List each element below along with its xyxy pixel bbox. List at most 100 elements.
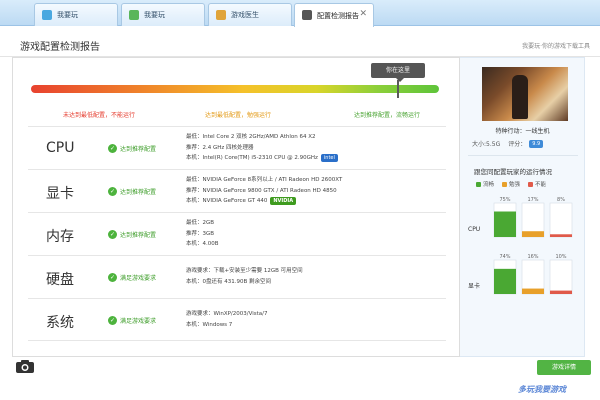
- spec-line: 最低：NVIDIA GeForce 8系列以上 / ATI Radeon HD …: [186, 177, 343, 183]
- tab-label: 我要玩: [57, 11, 78, 19]
- spec-line: 本机：4.00B: [186, 241, 219, 247]
- tab-config-report[interactable]: 配置检测报告 ✕: [294, 3, 374, 27]
- spec-details: 最低：Intel Core 2 双核 2GHz/AMD Athlon 64 X2…: [186, 132, 338, 164]
- row-name: 硬盘: [46, 272, 74, 288]
- score-badge: 9.9: [529, 139, 544, 148]
- row-name: CPU: [46, 140, 75, 156]
- legend-item: 勉强: [502, 180, 520, 188]
- table-row: 系统 ✓ 满足游戏要求 游戏要求：WinXP/2003/Vista/7 本机：Wi…: [28, 298, 446, 341]
- grid-icon: [129, 10, 139, 20]
- bar-frame: [549, 259, 573, 295]
- spec-line: 推荐：2.4 GHz 四核处理器: [186, 144, 254, 151]
- spec-line: 最低：Intel Core 2 双核 2GHz/AMD Athlon 64 X2: [186, 134, 316, 140]
- legend-item: 流畅: [476, 180, 494, 188]
- spec-line: 本机：0盘还有 431.90B 剩余空间: [186, 278, 272, 285]
- tab-bar: 我要玩 我要玩 游戏医生 配置检测报告 ✕: [0, 0, 600, 27]
- report-icon: [302, 10, 312, 20]
- legend-swatch: [502, 181, 508, 187]
- data-label: 74%: [499, 254, 510, 260]
- legend-swatch: [476, 181, 481, 187]
- spec-line: 推荐：3GB: [186, 230, 215, 237]
- close-icon[interactable]: ✕: [359, 9, 367, 19]
- status-text: 达到推荐配置: [120, 189, 157, 196]
- spec-line: 游戏要求：WinXP/2003/Vista/7: [186, 311, 268, 317]
- spec-details: 游戏要求：WinXP/2003/Vista/7 本机：Windows 7: [186, 309, 268, 330]
- category-label: CPU: [468, 226, 480, 233]
- check-icon: ✓: [108, 144, 117, 153]
- data-label: 10%: [555, 254, 566, 260]
- player-stats-chart: CPU 75% 17% 8% 显卡 74% 16% 10%: [468, 197, 573, 295]
- bar: [494, 268, 516, 294]
- meter-label-low: 未达到最低配置，不能运行: [63, 112, 136, 119]
- status-badge: ✓ 达到推荐配置: [108, 144, 156, 153]
- meter-label-mid: 达到最低配置，勉强运行: [205, 112, 272, 119]
- doctor-icon: [216, 10, 226, 20]
- chart-legend: 流畅 勉强 不能: [476, 180, 546, 188]
- table-row: CPU ✓ 达到推荐配置 最低：Intel Core 2 双核 2GHz/AMD …: [28, 126, 446, 169]
- soldier-figure: [512, 75, 528, 119]
- tab-label: 游戏医生: [231, 11, 259, 19]
- report-table: CPU ✓ 达到推荐配置 最低：Intel Core 2 双核 2GHz/AMD …: [28, 126, 446, 341]
- data-label: 75%: [499, 197, 510, 203]
- status-badge: ✓ 达到推荐配置: [108, 230, 156, 239]
- spec-line: 本机：Intel(R) Core(TM) i5-2310 CPU @ 2.90G…: [186, 153, 338, 164]
- table-row: 内存 ✓ 达到推荐配置 最低：2GB 推荐：3GB 本机：4.00B: [28, 212, 446, 255]
- page-title: 游戏配置检测报告: [20, 42, 100, 53]
- legend-swatch: [528, 181, 534, 187]
- game-sidebar: 特种行动：一线生机 大小:5.5G 评分： 9.9 跟您同配置玩家的运行情况 流…: [460, 57, 585, 357]
- bar: [494, 211, 516, 237]
- data-label: 8%: [557, 197, 565, 203]
- tab-wo-yao-wan-1[interactable]: 我要玩: [34, 3, 118, 26]
- status-text: 满足游戏要求: [120, 318, 157, 325]
- tab-wo-yao-wan-2[interactable]: 我要玩: [121, 3, 205, 26]
- bar-frame: [549, 202, 573, 238]
- game-name: 特种行动：一线生机: [495, 128, 550, 135]
- config-meter-bar: [31, 85, 439, 93]
- legend-item: 不能: [528, 180, 546, 188]
- intel-logo-icon: intel: [320, 154, 338, 163]
- status-text: 满足游戏要求: [120, 275, 157, 282]
- game-cover-image[interactable]: [482, 67, 568, 121]
- watermark-logo: 多玩我要游戏: [518, 385, 566, 394]
- check-icon: ✓: [108, 273, 117, 282]
- bar: [550, 234, 572, 237]
- meter-marker: [397, 80, 399, 98]
- row-name: 内存: [46, 229, 74, 245]
- bar: [522, 288, 544, 294]
- status-badge: ✓ 满足游戏要求: [108, 273, 156, 282]
- table-row: 硬盘 ✓ 满足游戏要求 游戏要求：下载+安装至少需要 12GB 可用空间 本机：0…: [28, 255, 446, 298]
- spec-line: 本机：Windows 7: [186, 321, 233, 328]
- table-row: 显卡 ✓ 达到推荐配置 最低：NVIDIA GeForce 8系列以上 / ATI…: [28, 169, 446, 212]
- bar: [550, 290, 572, 294]
- spec-details: 游戏要求：下载+安装至少需要 12GB 可用空间 本机：0盘还有 431.90B…: [186, 266, 303, 287]
- game-detail-button[interactable]: 游戏详情: [537, 360, 591, 375]
- status-badge: ✓ 满足游戏要求: [108, 316, 156, 325]
- category-label: 显卡: [468, 282, 480, 290]
- header-link[interactable]: 我要玩·你的游戏下载工具: [522, 41, 590, 50]
- status-text: 达到推荐配置: [120, 146, 157, 153]
- nvidia-logo-icon: NVIDIA: [270, 197, 297, 206]
- tab-label: 我要玩: [144, 11, 165, 19]
- position-tooltip: 你在这里: [371, 63, 425, 82]
- check-icon: ✓: [108, 230, 117, 239]
- status-badge: ✓ 达到推荐配置: [108, 187, 156, 196]
- game-meta: 大小:5.5G 评分： 9.9: [472, 139, 544, 148]
- check-icon: ✓: [108, 316, 117, 325]
- check-icon: ✓: [108, 187, 117, 196]
- bar: [522, 231, 544, 237]
- meter-label-high: 达到推荐配置，流畅运行: [354, 112, 421, 119]
- compare-title: 跟您同配置玩家的运行情况: [474, 168, 552, 176]
- score-label: 评分：: [508, 141, 527, 148]
- status-text: 达到推荐配置: [120, 232, 157, 239]
- data-label: 16%: [527, 254, 538, 260]
- game-size: 大小:5.5G: [472, 141, 501, 148]
- spec-line: 本机：NVIDIA GeForce GT 440 NVIDIA: [186, 196, 342, 207]
- tab-game-doctor[interactable]: 游戏医生: [208, 3, 292, 26]
- row-name: 系统: [46, 315, 74, 331]
- spec-details: 最低：2GB 推荐：3GB 本机：4.00B: [186, 218, 219, 250]
- spec-line: 最低：2GB: [186, 220, 215, 226]
- report-panel: 你在这里 未达到最低配置，不能运行 达到最低配置，勉强运行 达到推荐配置，流畅运…: [12, 57, 460, 357]
- camera-icon[interactable]: [16, 360, 34, 373]
- spec-line: 推荐：NVIDIA GeForce 9800 GTX / ATI Radeon …: [186, 187, 337, 194]
- page-header: 游戏配置检测报告 我要玩·你的游戏下载工具: [0, 27, 600, 57]
